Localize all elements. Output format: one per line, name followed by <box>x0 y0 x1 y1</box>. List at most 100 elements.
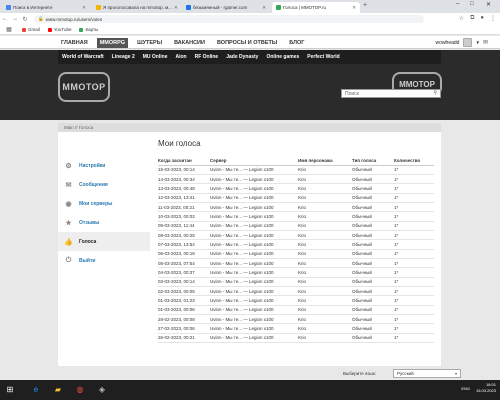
url-field[interactable]: 🔒 www.mmotop.ru/users/votes <box>34 15 424 23</box>
bookmark-gmail[interactable]: Gmail <box>22 27 40 32</box>
minimize-icon[interactable]: – <box>456 1 459 7</box>
avatar[interactable] <box>463 38 473 47</box>
username[interactable]: wowheadd <box>436 40 460 46</box>
maximize-icon[interactable]: □ <box>470 1 474 7</box>
user-menu[interactable]: wowheadd ▾ ✉ <box>436 38 488 47</box>
game-link[interactable]: RF Online <box>191 54 223 60</box>
browser-tab-active[interactable]: Голоса | MMOTOP.ru ✕ <box>272 2 360 13</box>
browser-tab[interactable]: Поиск в Интернете ✕ <box>2 2 90 13</box>
table-row: 05-03-2023, 07:54 Uvinn - Мы те... — Legi… <box>158 258 434 269</box>
table-cell: 01-03-2023, 01:23 <box>158 295 210 306</box>
tab-label: Я проголосовала на mmotop. м... <box>103 5 172 10</box>
site-logo[interactable]: MMOTOP <box>58 72 110 102</box>
game-link[interactable]: Aion <box>171 54 190 60</box>
browser-tab[interactable]: Я проголосовала на mmotop. м... ✕ <box>92 2 180 13</box>
nav-qa[interactable]: ВОПРОСЫ И ОТВЕТЫ <box>214 38 280 48</box>
nav-shooters[interactable]: ШУТЕРЫ <box>134 38 165 48</box>
table-row: 01-03-2023, 01:23 Uvinn - Мы те... — Legi… <box>158 295 434 306</box>
sidebar-item-label: Голоса <box>79 238 97 245</box>
table-cell: Обычный <box>352 323 394 334</box>
column-header[interactable]: Когда засчитан <box>158 156 210 166</box>
close-tab-icon[interactable]: ✕ <box>352 5 356 11</box>
table-cell: 06-03-2023, 00:18 <box>158 249 210 259</box>
youtube-icon <box>47 27 52 32</box>
close-tab-icon[interactable]: ✕ <box>174 5 178 11</box>
nav-home[interactable]: ГЛАВНАЯ <box>58 38 91 48</box>
sidebar-item-my-servers[interactable]: ◉ Мои серверы <box>58 194 150 213</box>
ie-icon[interactable]: e <box>30 383 42 395</box>
keyboard-language[interactable]: ENG <box>461 386 470 391</box>
bookmark-youtube[interactable]: YouTube <box>47 27 71 32</box>
table-cell: Uvinn - Мы те... — Legion x100 <box>210 230 298 241</box>
new-tab-button[interactable]: + <box>363 2 367 9</box>
close-tab-icon[interactable]: ✕ <box>262 5 266 11</box>
tab-label: безымянный - rgamer.com <box>193 5 248 10</box>
mail-icon: ✉ <box>65 181 72 189</box>
sidebar-item-messages[interactable]: ✉ Сообщения <box>58 175 150 194</box>
table-cell: 1* <box>394 165 434 175</box>
game-link[interactable]: Perfect World <box>303 54 343 60</box>
app-icon[interactable]: ◈ <box>96 383 108 395</box>
column-header[interactable]: Имя персонажа <box>298 156 352 166</box>
column-header[interactable]: Количество <box>394 156 434 166</box>
language-select[interactable]: Русский ▾ <box>393 369 461 378</box>
reload-icon[interactable]: ↻ <box>20 16 30 23</box>
search-icon[interactable]: ⚲ <box>433 90 437 96</box>
nav-vacancies[interactable]: ВАКАНСИИ <box>171 38 208 48</box>
chevron-down-icon: ▾ <box>454 371 457 376</box>
bookmarks-bar: ▦ Gmail YouTube Карты <box>0 25 500 35</box>
column-header[interactable]: Тип голоса <box>352 156 394 166</box>
gear-icon: ⚙ <box>65 162 72 170</box>
apps-icon[interactable]: ▦ <box>4 26 14 33</box>
browser-tab-bar: Поиск в Интернете ✕ Я проголосовала на m… <box>0 0 500 13</box>
table-cell: Krio <box>298 305 352 316</box>
game-link[interactable]: MU Online <box>139 54 172 60</box>
back-icon[interactable]: ← <box>0 16 10 22</box>
nav-blog[interactable]: БЛОГ <box>286 38 307 48</box>
sidebar-item-settings[interactable]: ⚙ Настройки <box>58 156 150 175</box>
table-cell: Krio <box>298 267 352 278</box>
bookmark-maps[interactable]: Карты <box>79 27 98 32</box>
chevron-down-icon[interactable]: ▾ <box>476 40 479 46</box>
table-cell: Обычный <box>352 165 394 175</box>
sidebar-item-votes[interactable]: 👍 Голоса <box>58 232 150 251</box>
clock[interactable]: 16:01 15.03.2023 <box>476 382 496 394</box>
language-label: Выберите язык: <box>343 371 376 376</box>
game-link[interactable]: Online games <box>262 54 303 60</box>
table-cell: Обычный <box>352 202 394 213</box>
table-cell: Uvinn - Мы те... — Legion x100 <box>210 221 298 231</box>
table-cell: Uvinn - Мы те... — Legion x100 <box>210 295 298 306</box>
sidebar-item-logout[interactable]: ⏻ Выйти <box>58 251 150 270</box>
game-link[interactable]: Jade Dynasty <box>222 54 262 60</box>
table-cell: Uvinn - Мы те... — Legion x100 <box>210 211 298 222</box>
browser-tab[interactable]: безымянный - rgamer.com ✕ <box>182 2 270 13</box>
table-cell: Обычный <box>352 174 394 185</box>
game-link[interactable]: World of Warcraft <box>58 54 108 60</box>
menu-icon[interactable]: ⋮ <box>490 15 496 22</box>
search-input[interactable]: Поиск ⚲ <box>341 89 441 98</box>
table-cell: Uvinn - Мы те... — Legion x100 <box>210 165 298 175</box>
profile-sidebar: ⚙ Настройки ✉ Сообщения ◉ Мои серверы ★ … <box>58 156 150 270</box>
nav-mmorpg[interactable]: MMORPG <box>96 37 129 48</box>
mail-icon[interactable]: ✉ <box>483 39 488 46</box>
column-header[interactable]: Сервер <box>210 156 298 166</box>
folder-icon[interactable]: ▰ <box>52 383 64 395</box>
profile-icon[interactable]: ● <box>480 15 484 22</box>
chrome-icon[interactable]: ◍ <box>74 383 86 395</box>
sidebar-item-reviews[interactable]: ★ Отзывы <box>58 213 150 232</box>
table-cell: Krio <box>298 314 352 325</box>
table-row: 26-02-2023, 00:21 Uvinn - Мы те... — Legi… <box>158 333 434 344</box>
forward-icon[interactable]: → <box>10 16 20 22</box>
star-bookmark-icon[interactable]: ☆ <box>459 15 464 22</box>
game-link[interactable]: Lineage 2 <box>108 54 139 60</box>
table-cell: 1* <box>394 258 434 269</box>
table-cell: Krio <box>298 323 352 334</box>
table-row: 06-03-2023, 00:18 Uvinn - Мы те... — Legi… <box>158 249 434 259</box>
close-tab-icon[interactable]: ✕ <box>82 5 86 11</box>
table-cell: Обычный <box>352 249 394 259</box>
close-window-icon[interactable]: ✕ <box>486 1 491 8</box>
table-cell: Krio <box>298 221 352 231</box>
extensions-icon[interactable]: ⧉ <box>470 15 474 22</box>
table-row: 10-03-2023, 00:02 Uvinn - Мы те... — Legi… <box>158 211 434 222</box>
windows-start-icon[interactable]: ⊞ <box>4 383 16 395</box>
